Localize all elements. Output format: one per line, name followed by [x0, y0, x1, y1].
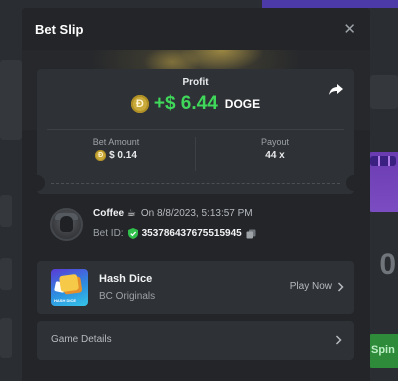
doge-coin-icon: Ð	[95, 150, 107, 161]
profit-row: Ð +$ 6.44 DOGE	[37, 93, 354, 115]
payout-stat: Payout 44 x	[196, 137, 354, 161]
background-panel	[0, 195, 12, 227]
profit-label: Profit	[182, 77, 209, 88]
avatar[interactable]	[50, 208, 83, 241]
modal-title: Bet Slip	[35, 21, 84, 37]
game-thumbnail: HASH DICE	[51, 269, 88, 306]
background-panel	[0, 318, 12, 358]
ticket-notch	[29, 175, 45, 191]
ticket-notch	[346, 175, 362, 191]
game-provider: BC Originals	[99, 291, 156, 302]
bet-slip-modal: Bet Slip ✕ Profit Ð +$ 6.44 DOGE Bet Amo…	[22, 8, 370, 381]
player-line: Coffee ☕ On 8/8/2023, 5:13:57 PM	[93, 208, 253, 219]
background-spin-button: Spin	[368, 334, 398, 368]
doge-coin-icon: Ð	[130, 95, 149, 113]
background-top-bar	[262, 0, 398, 8]
background-panel	[0, 258, 12, 290]
bet-id-line: Bet ID: 353786437675515945	[93, 228, 256, 239]
game-details-row[interactable]: Game Details	[37, 321, 354, 360]
bet-result-card: Profit Ð +$ 6.44 DOGE Bet Amount Ð $ 0.1…	[29, 69, 362, 194]
game-name: Hash Dice	[99, 273, 153, 285]
copy-icon[interactable]	[246, 229, 256, 239]
payout-value: 44 x	[265, 150, 285, 161]
profit-amount: +$ 6.44	[153, 93, 218, 114]
background-panel	[0, 60, 22, 140]
coffee-icon: ☕	[126, 208, 136, 219]
bet-amount-stat: Bet Amount Ð $ 0.14	[37, 137, 195, 161]
dashed-divider	[51, 183, 340, 184]
modal-header: Bet Slip ✕	[22, 8, 370, 50]
game-thumbnail-tag: HASH DICE	[54, 298, 77, 303]
bet-amount-label: Bet Amount	[92, 137, 140, 147]
divider	[47, 129, 344, 130]
background-number: 0	[379, 248, 396, 281]
share-icon[interactable]	[328, 81, 344, 97]
game-card[interactable]: HASH DICE Hash Dice BC Originals Play No…	[37, 261, 354, 314]
chevron-right-icon	[337, 281, 344, 292]
profit-currency: DOGE	[224, 97, 261, 111]
background-game-strip	[368, 152, 398, 212]
bet-id-value: 353786437675515945	[141, 228, 242, 239]
player-name-text: Coffee	[93, 208, 125, 219]
bet-amount-value: $ 0.14	[109, 150, 137, 161]
play-now-button[interactable]: Play Now	[290, 281, 344, 292]
background-panel	[370, 75, 398, 109]
bet-id-label: Bet ID:	[93, 228, 124, 239]
bet-timestamp: On 8/8/2023, 5:13:57 PM	[140, 208, 253, 219]
player-name[interactable]: Coffee ☕	[93, 208, 136, 219]
bet-amount-value-row: Ð $ 0.14	[37, 150, 195, 161]
verified-shield-icon	[127, 228, 138, 239]
player-info: Coffee ☕ On 8/8/2023, 5:13:57 PM Bet ID:…	[37, 200, 354, 255]
play-now-label: Play Now	[289, 281, 332, 292]
chevron-right-icon	[335, 335, 342, 345]
close-icon[interactable]: ✕	[343, 22, 356, 37]
payout-label: Payout	[260, 137, 290, 147]
game-details-label: Game Details	[51, 334, 112, 345]
